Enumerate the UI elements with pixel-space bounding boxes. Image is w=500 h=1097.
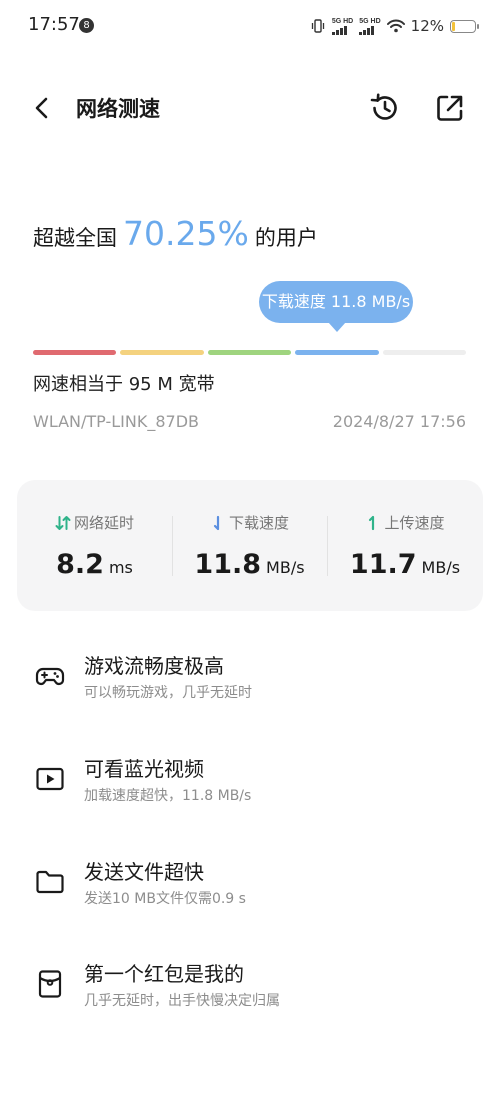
- latency-metric: 网络延时 8.2 ms: [17, 480, 172, 611]
- latency-unit: ms: [108, 558, 133, 577]
- bandwidth-equivalent: 网速相当于 95 M 宽带: [33, 374, 215, 395]
- battery-percentage: 12%: [410, 17, 444, 35]
- upload-label: 上传速度: [384, 514, 445, 532]
- test-timestamp: 2024/8/27 17:56: [332, 412, 466, 431]
- upload-metric: 上传速度 11.7 MB/s: [327, 480, 483, 611]
- back-arrow-icon[interactable]: [28, 94, 56, 122]
- network-name: WLAN/TP-LINK_87DB: [33, 412, 199, 431]
- vibrate-icon: [311, 19, 324, 33]
- speed-segment-3: [207, 350, 292, 355]
- status-bar: 17:57 8 5G HD 5G HD 12%: [0, 0, 500, 52]
- battery-icon: [450, 19, 479, 33]
- share-icon[interactable]: [433, 91, 467, 125]
- feature-red-envelope: 第一个红包是我的 几乎无延时，出手快慢决定归属: [0, 952, 500, 1032]
- percentile-value: 70.25%: [123, 214, 249, 253]
- upload-arrow-icon: [369, 515, 375, 530]
- latency-value: 8.2: [56, 549, 104, 580]
- feature-file-transfer: 发送文件超快 发送10 MB文件仅需0.9 s: [0, 850, 500, 930]
- folder-icon: [36, 870, 64, 894]
- history-icon[interactable]: [368, 91, 402, 125]
- status-time: 17:57: [28, 14, 80, 35]
- latency-label: 网络延时: [73, 514, 134, 532]
- download-metric: 下载速度 11.8 MB/s: [172, 480, 327, 611]
- wifi-icon: [386, 19, 405, 33]
- signal-icon: 5G HD: [359, 18, 381, 35]
- status-icons: 5G HD 5G HD 12%: [310, 14, 479, 38]
- feature-title: 可看蓝光视频: [84, 757, 204, 781]
- feature-title: 游戏流畅度极高: [84, 654, 224, 678]
- headline-suffix: 的用户: [254, 226, 318, 250]
- feature-title: 发送文件超快: [84, 860, 204, 884]
- red-envelope-icon: [38, 970, 62, 998]
- headline-prefix: 超越全国: [33, 226, 117, 250]
- upload-unit: MB/s: [421, 558, 461, 577]
- feature-video: 可看蓝光视频 加载速度超快，11.8 MB/s: [0, 747, 500, 827]
- notification-badge: 8: [79, 18, 94, 33]
- download-label: 下载速度: [228, 514, 289, 532]
- metrics-card: 网络延时 8.2 ms 下载速度 11.8 MB/s 上传速度 11.7 MB/s: [17, 480, 483, 611]
- speed-segment-2: [120, 350, 204, 355]
- speed-segment-5: [382, 350, 467, 355]
- gamepad-icon: [35, 667, 65, 686]
- download-unit: MB/s: [266, 558, 305, 577]
- upload-value: 11.7: [349, 549, 417, 580]
- speed-segment-1: [33, 350, 117, 355]
- feature-subtitle: 加载速度超快，11.8 MB/s: [84, 788, 252, 804]
- app-header: 网络测速: [0, 84, 500, 132]
- download-arrow-icon: [213, 515, 220, 530]
- feature-gaming: 游戏流畅度极高 可以畅玩游戏，几乎无延时: [0, 644, 500, 724]
- feature-title: 第一个红包是我的: [84, 962, 244, 986]
- speed-level-bar: [33, 350, 467, 355]
- speed-segment-4: [295, 350, 379, 355]
- page-title: 网络测速: [76, 97, 160, 121]
- video-play-icon: [36, 767, 64, 791]
- percentile-headline: 超越全国 70.25% 的用户: [33, 214, 318, 253]
- signal-icon: 5G HD: [331, 18, 353, 35]
- download-speed-tooltip: 下载速度 11.8 MB/s: [259, 281, 413, 332]
- feature-subtitle: 几乎无延时，出手快慢决定归属: [84, 993, 280, 1009]
- latency-icon: [55, 515, 71, 530]
- feature-subtitle: 可以畅玩游戏，几乎无延时: [84, 685, 252, 701]
- download-value: 11.8: [194, 549, 262, 580]
- feature-subtitle: 发送10 MB文件仅需0.9 s: [84, 891, 246, 907]
